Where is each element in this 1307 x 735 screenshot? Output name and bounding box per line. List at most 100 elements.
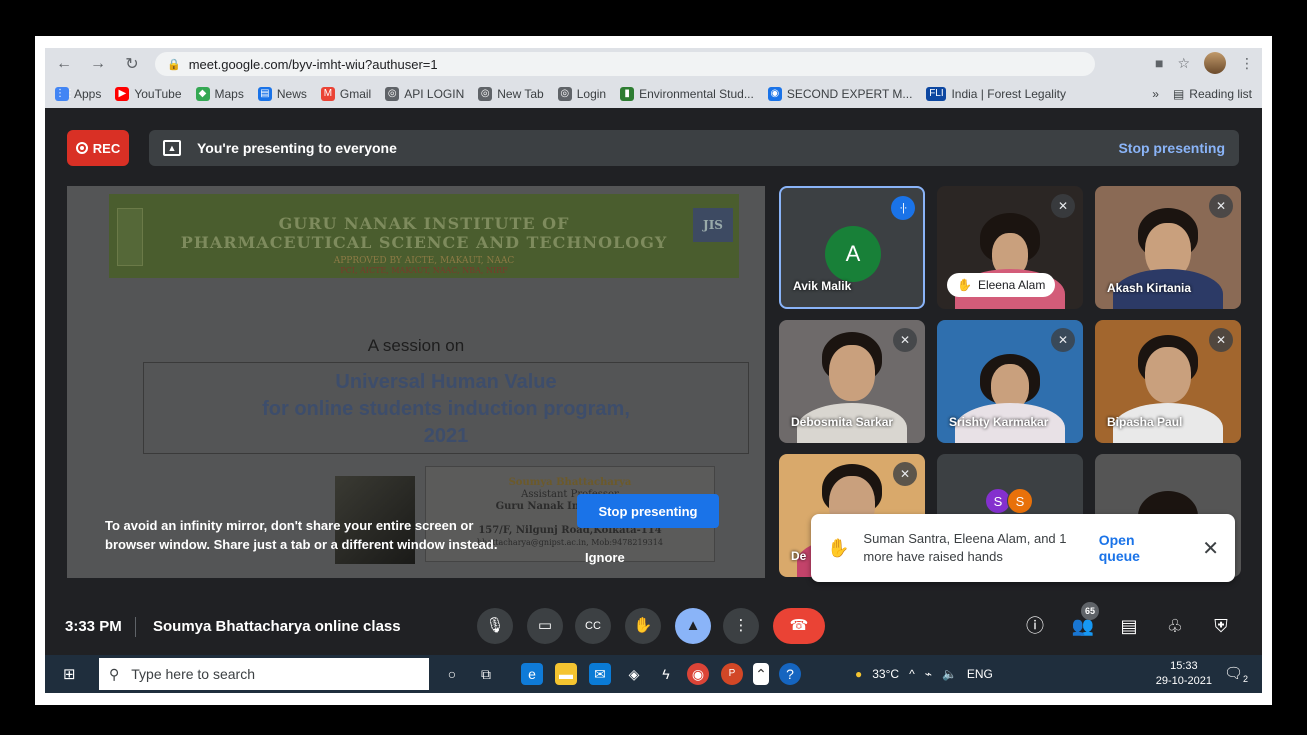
present-screen-icon[interactable]: ▲ [675,608,711,644]
search-icon: ⚲ [109,665,120,682]
network-icon[interactable]: ⌁ [925,667,932,681]
open-queue-button[interactable]: Open queue [1099,532,1175,564]
bookmark-second-expert[interactable]: ◉ SECOND EXPERT M... [767,87,912,101]
volume-icon[interactable]: 🔈 [942,667,957,681]
apps-icon: ⋮⋮ [55,87,75,101]
bookmark-maps[interactable]: ◆ Maps [195,87,244,101]
bookmark-apps[interactable]: ⋮⋮ Apps [55,87,101,101]
screen-frame: ← → ↻ 🔒 meet.google.com/byv-imht-wiu?aut… [35,36,1272,705]
camera-icon[interactable]: ■ [1155,55,1163,71]
youtube-icon: ▶ [115,87,130,101]
help-icon[interactable]: ? [779,663,801,685]
bookmarks-bar: ⋮⋮ Apps ▶ YouTube ◆ Maps ▤ News M Gmail ◎ API … [45,80,1262,108]
participant-tile-bipasha-paul[interactable]: ✕ Bipasha Paul [1095,320,1241,443]
bookmark-login[interactable]: ◎ Login [557,87,606,101]
participant-tile-eleena-alam[interactable]: ✕ ✋ Eleena Alam [937,186,1083,309]
bookmark-youtube[interactable]: ▶ YouTube [115,87,182,101]
powerpoint-icon[interactable]: P [721,663,743,685]
bookmark-news[interactable]: ▤ News [257,87,307,101]
participant-tile-akash-kirtania[interactable]: ✕ Akash Kirtania [1095,186,1241,309]
presenting-bar: ▲ You're presenting to everyone Stop pre… [149,130,1239,166]
lock-icon: 🔒 [167,58,181,71]
chat-icon[interactable]: ▤ [1113,608,1145,644]
task-view-icon[interactable]: ⧉ [475,663,497,685]
globe-icon: ◎ [478,87,493,101]
jis-logo: JIS [693,208,733,242]
reading-list[interactable]: ▤ Reading list [1173,87,1252,101]
system-tray: ● 33°C ^ ⌁ 🔈 ENG [855,667,993,681]
microphone-icon[interactable]: 🎙 [477,608,513,644]
chevron-up-icon[interactable]: ⌃ [753,663,769,685]
taskbar-clock[interactable]: 15:33 29-10-2021 [1156,659,1212,689]
captions-icon[interactable]: CC [575,608,611,644]
activities-icon[interactable]: ♧ [1159,608,1191,644]
language-indicator[interactable]: ENG [967,667,993,681]
fli-icon: FLI [926,87,947,101]
ignore-button[interactable]: Ignore [585,550,625,565]
mic-off-icon: ✕ [893,328,917,352]
file-explorer-icon[interactable]: ▬ [555,663,577,685]
bookmark-environmental[interactable]: ▮ Environmental Stud... [620,87,754,101]
raised-hand-chip: ✋ Eleena Alam [947,273,1056,297]
mic-off-icon: ✕ [1209,328,1233,352]
session-heading: A session on [367,336,465,355]
mail-icon[interactable]: ✉ [589,663,611,685]
windows-start-icon[interactable]: ⊞ [63,665,76,683]
host-controls-icon[interactable]: ⛨ [1205,608,1237,644]
institute-banner: GURU NANAK INSTITUTE OF PHARMACEUTICAL S… [109,194,739,278]
bookmark-forest-legality[interactable]: FLI India | Forest Legality [926,87,1066,101]
stop-presenting-button[interactable]: Stop presenting [577,494,719,528]
globe-icon: ◎ [557,87,572,101]
forward-icon[interactable]: → [89,55,107,73]
dropbox-icon[interactable]: ◈ [623,663,645,685]
end-call-icon[interactable]: ☎ [773,608,825,644]
participant-tile-srishty-karmakar[interactable]: ✕ Srishty Karmakar [937,320,1083,443]
raised-hands-message: Suman Santra, Eleena Alam, and 1 more ha… [863,531,1067,564]
hand-icon: ✋ [957,278,972,292]
cortana-icon[interactable]: ○ [441,663,463,685]
edge-icon[interactable]: e [521,663,543,685]
participant-avatar: A [825,226,881,282]
bookmark-api-login[interactable]: ◎ API LOGIN [385,87,464,101]
menu-icon[interactable]: ⋮ [1240,55,1254,72]
institute-accreditation: PCI, AICTE, MAKAUT, NAAC, NBA, NIRF [340,266,508,275]
gmail-icon: M [320,87,335,101]
profile-avatar[interactable] [1204,52,1226,74]
raise-hand-icon[interactable]: ✋ [625,608,661,644]
people-icon[interactable]: 👥 65 [1067,602,1099,644]
participant-tile-debosmita-sarkar[interactable]: ✕ Debosmita Sarkar [779,320,925,443]
bookmarks-right: » ▤ Reading list [1152,80,1252,108]
divider [135,616,136,637]
address-bar[interactable]: 🔒 meet.google.com/byv-imht-wiu?authuser=… [155,52,1095,76]
app-icon[interactable]: ϟ [655,663,677,685]
taskbar-search[interactable]: ⚲ Type here to search [99,658,429,690]
bookmark-new-tab[interactable]: ◎ New Tab [478,87,544,101]
weather-temp[interactable]: 33°C [872,667,899,681]
participant-tile-avik-malik[interactable]: A ·|· Avik Malik [779,186,925,309]
meeting-details-icon[interactable]: ⓘ [1019,608,1051,644]
stop-presenting-link[interactable]: Stop presenting [1118,140,1225,156]
bookmark-gmail[interactable]: M Gmail [320,87,371,101]
hand-icon: ✋ [827,537,850,558]
reload-icon[interactable]: ↻ [123,54,141,74]
show-hidden-icons[interactable]: ^ [909,667,915,681]
back-icon[interactable]: ← [55,55,73,73]
participant-name: De [791,549,807,563]
close-icon[interactable]: ✕ [1202,536,1219,561]
star-icon[interactable]: ☆ [1177,55,1190,72]
more-bookmarks-icon[interactable]: » [1152,87,1159,101]
toolbar-actions: ■ ☆ ⋮ [1155,52,1254,74]
chrome-icon[interactable]: ◉ [687,663,709,685]
leaf-icon: ▮ [620,87,635,101]
maps-icon: ◆ [195,87,210,101]
more-options-icon[interactable]: ⋮ [723,608,759,644]
camera-icon[interactable]: ▭ [527,608,563,644]
participant-avatar: S [1007,488,1033,514]
windows-taskbar: ⊞ ⚲ Type here to search ○ ⧉ e ▬ ✉ ◈ ϟ ◉ … [45,655,1262,693]
institute-name-line2: PHARMACEUTICAL SCIENCE AND TECHNOLOGY [180,233,668,252]
url-text: meet.google.com/byv-imht-wiu?authuser=1 [188,56,438,72]
participant-name: Srishty Karmakar [949,415,1049,429]
session-title: Universal Human Value for online student… [143,362,749,454]
presentation-slide: GURU NANAK INSTITUTE OF PHARMACEUTICAL S… [67,186,765,578]
notifications-icon[interactable]: 🗨2 [1224,664,1248,684]
